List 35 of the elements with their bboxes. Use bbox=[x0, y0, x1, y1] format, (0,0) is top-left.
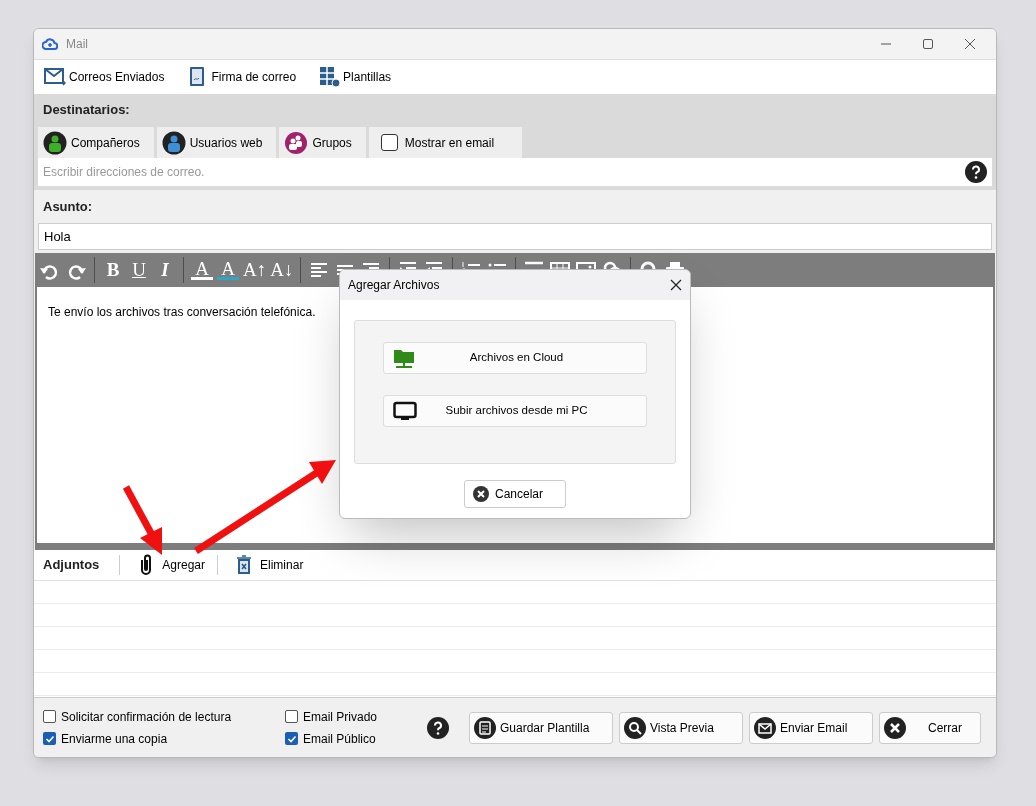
toolbar-button[interactable]: Plantillas bbox=[318, 66, 392, 88]
option-checkbox[interactable]: Solicitar confirmación de lectura bbox=[43, 707, 285, 726]
format-button[interactable]: A↑ bbox=[243, 255, 267, 285]
section-label: Destinatarios: bbox=[42, 100, 131, 119]
window-title: Mail bbox=[66, 36, 88, 53]
toolbar-button[interactable]: Firma de correo bbox=[186, 66, 297, 88]
footer-button[interactable]: Cerrar bbox=[879, 711, 981, 744]
recipient-source-button[interactable]: Grupos bbox=[279, 127, 366, 158]
option-checkbox[interactable]: Email Público bbox=[285, 729, 427, 748]
attachment-action-button[interactable]: Agregar bbox=[136, 554, 206, 576]
section-label: Adjuntos bbox=[43, 556, 100, 575]
attachment-action-button[interactable]: Eliminar bbox=[234, 554, 304, 576]
format-button[interactable]: A bbox=[217, 260, 239, 280]
message-body-text: Te envío los archivos tras conversación telefónica. bbox=[48, 304, 317, 321]
format-button[interactable]: A↓ bbox=[270, 255, 294, 285]
address-field[interactable]: Escribir direcciones de correo. bbox=[38, 158, 965, 186]
section-label: Asunto: bbox=[42, 197, 94, 216]
footer-button[interactable]: Guardar Plantilla bbox=[469, 711, 613, 744]
footer-button[interactable]: Enviar Email bbox=[749, 711, 873, 744]
dialog-option-button[interactable]: Archivos en Cloud bbox=[383, 342, 647, 374]
format-button[interactable]: U bbox=[128, 255, 150, 285]
dialog-title: Agregar Archivos bbox=[348, 277, 441, 294]
footer-button[interactable]: Vista Previa bbox=[619, 711, 743, 744]
option-checkbox[interactable]: Enviarme una copia bbox=[43, 729, 285, 748]
format-button[interactable]: A bbox=[191, 260, 213, 280]
toolbar-button[interactable]: Correos Enviados bbox=[44, 66, 165, 88]
dialog-option-button[interactable]: Subir archivos desde mi PC bbox=[383, 395, 647, 427]
show-in-email-checkbox[interactable]: Mostrar en email bbox=[368, 127, 522, 158]
subject-field[interactable]: Hola bbox=[38, 223, 992, 250]
recipient-source-button[interactable]: Compañeros bbox=[38, 127, 154, 158]
format-button[interactable]: B bbox=[102, 255, 124, 285]
recipient-source-button[interactable]: Usuarios web bbox=[156, 127, 277, 158]
option-checkbox[interactable]: Email Privado bbox=[285, 707, 427, 726]
format-button[interactable]: I bbox=[154, 255, 176, 285]
cancel-button[interactable]: Cancelar bbox=[464, 480, 566, 508]
